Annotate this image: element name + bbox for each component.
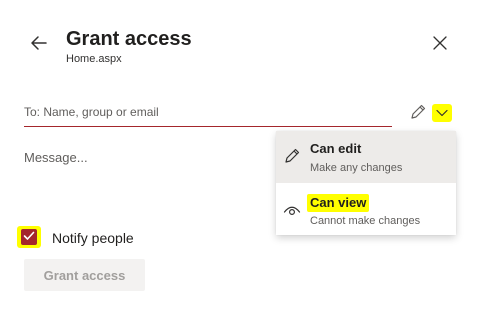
checkbox-box — [21, 229, 37, 245]
menu-item-description: Cannot make changes — [310, 215, 421, 227]
file-name: Home.aspx — [66, 53, 122, 65]
page-title: Grant access — [66, 28, 192, 50]
close-button[interactable] — [428, 33, 452, 57]
permission-button[interactable] — [408, 104, 428, 124]
grant-access-button[interactable]: Grant access — [24, 259, 145, 291]
notify-label[interactable]: Notify people — [52, 229, 134, 247]
chevron-down-icon — [436, 104, 448, 122]
notify-checkbox[interactable] — [17, 226, 41, 248]
back-button[interactable] — [26, 32, 52, 58]
menu-item-can-view[interactable]: Can view Cannot make changes — [276, 183, 456, 235]
close-icon — [433, 35, 447, 55]
checkmark-icon — [23, 228, 35, 246]
menu-item-title: Can edit — [310, 141, 362, 156]
menu-item-title: Can view — [307, 194, 370, 212]
permission-menu: Can edit Make any changes Can view Canno… — [276, 131, 456, 235]
arrow-left-icon — [29, 33, 49, 58]
menu-item-can-edit[interactable]: Can edit Make any changes — [276, 131, 456, 183]
recipients-input[interactable] — [24, 98, 392, 127]
menu-item-description: Make any changes — [310, 162, 403, 174]
message-field[interactable] — [24, 150, 264, 210]
permission-dropdown-toggle[interactable] — [432, 104, 452, 122]
eye-icon — [282, 200, 302, 220]
pencil-icon — [282, 146, 302, 166]
pencil-icon — [409, 103, 427, 126]
